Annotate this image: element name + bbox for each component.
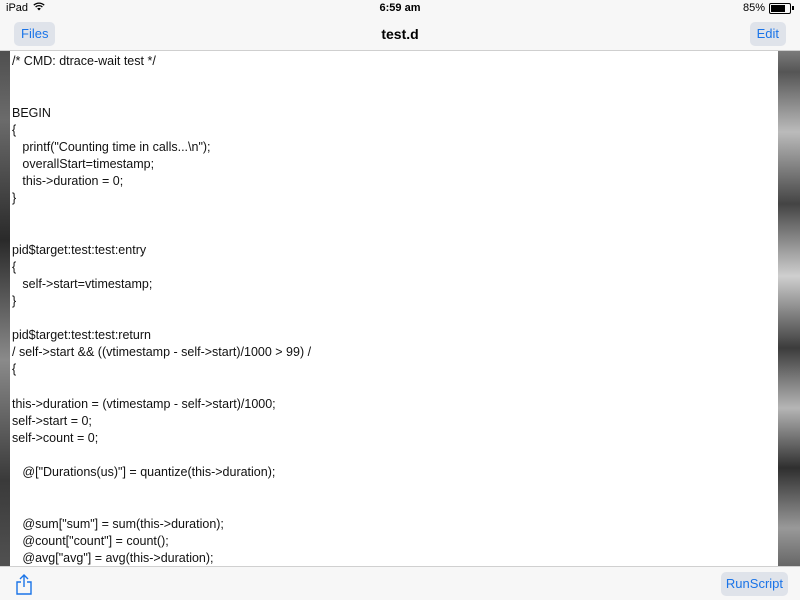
code-line: self->start = 0; [12,414,92,428]
code-line: { [12,260,17,274]
screen: iPad 6:59 am 85% test.d Files Edit /* CM… [0,0,800,600]
code-line: @sum["sum"] = sum(this->duration); [12,517,224,531]
code-line: pid$target:test:test:entry [12,243,147,257]
code-line: @["Durations(us)"] = quantize(this->dura… [12,465,276,479]
code-line: / self->start && ((vtimestamp - self->st… [12,345,312,359]
document-title: test.d [381,26,419,42]
code-line: this->duration = (vtimestamp - self->sta… [12,397,276,411]
background-photo-right [778,0,800,600]
code-line: printf("Counting time in calls...\n"); [12,140,211,154]
background-photo-left [0,0,10,600]
code-line: @avg["avg"] = avg(this->duration); [12,551,214,565]
code-line: pid$target:test:test:return [12,328,151,342]
battery-percent: 85% [742,2,765,14]
navigation-bar: test.d Files Edit [0,18,800,51]
status-bar: iPad 6:59 am 85% [0,0,800,18]
code-editor[interactable]: /* CMD: dtrace-wait test */ BEGIN { prin… [10,51,778,566]
battery-tip [792,6,794,10]
files-button[interactable]: Files [14,22,56,46]
bottom-toolbar: RunScript [0,566,800,600]
code-line: BEGIN [12,106,51,120]
code-line: /* CMD: dtrace-wait test */ [12,54,156,68]
share-icon[interactable] [14,573,34,595]
edit-button[interactable]: Edit [749,22,786,46]
code-line: } [12,191,17,205]
status-time: 6:59 am [379,2,421,14]
code-line: { [12,362,17,376]
battery-icon [769,2,791,14]
code-line: { [12,123,17,137]
code-line: @count["count"] = count(); [12,534,169,548]
code-line: self->start=vtimestamp; [12,277,153,291]
code-line: overallStart=timestamp; [12,157,155,171]
status-right: 85% [743,2,794,14]
battery-fill [771,4,785,12]
code-line: self->count = 0; [12,431,99,445]
code-line: this->duration = 0; [12,174,124,188]
code-line: } [12,294,17,308]
run-script-button[interactable]: RunScript [720,572,788,596]
